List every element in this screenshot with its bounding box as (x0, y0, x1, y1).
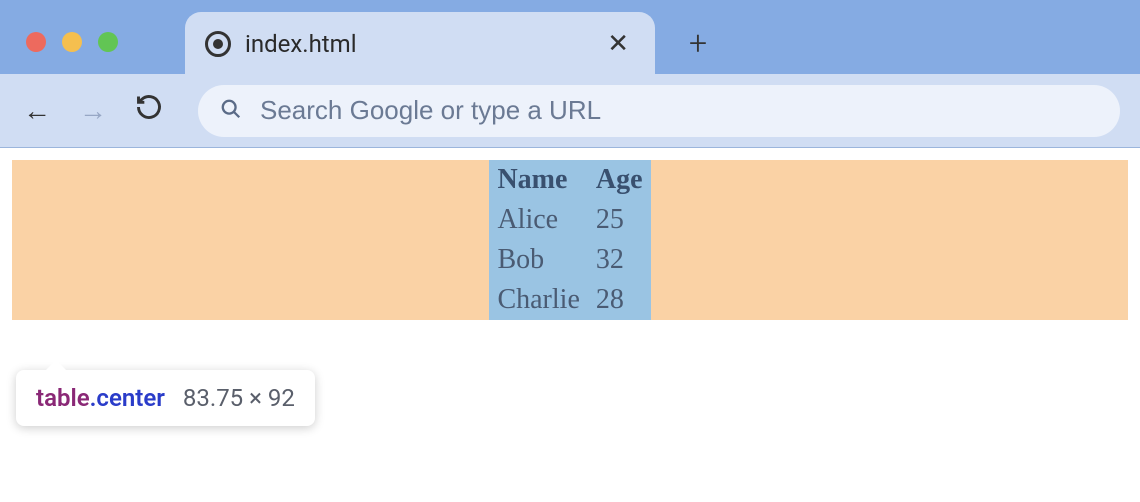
browser-toolbar: ← → (0, 74, 1140, 148)
reload-button[interactable] (132, 93, 166, 128)
table-row: Bob 32 (489, 240, 650, 280)
cell-age: 32 (588, 240, 651, 280)
globe-icon (205, 31, 231, 57)
inspected-container-highlight: Name Age Alice 25 Bob 32 Charlie 28 (12, 160, 1128, 320)
cell-age: 25 (588, 200, 651, 240)
tab-title: index.html (245, 30, 585, 58)
window-maximize-button[interactable] (98, 32, 118, 52)
cell-name: Alice (489, 200, 587, 240)
browser-tab[interactable]: index.html ✕ (185, 12, 655, 76)
page-content: Name Age Alice 25 Bob 32 Charlie 28 (0, 148, 1140, 320)
cell-name: Bob (489, 240, 587, 280)
column-header-age: Age (588, 160, 651, 200)
table-row: Alice 25 (489, 200, 650, 240)
column-header-name: Name (489, 160, 587, 200)
forward-button[interactable]: → (76, 94, 110, 127)
address-bar[interactable] (198, 85, 1120, 137)
cell-age: 28 (588, 280, 651, 320)
cell-name: Charlie (489, 280, 587, 320)
tooltip-tagname: table (36, 384, 90, 412)
window-close-button[interactable] (26, 32, 46, 52)
devtools-element-tooltip: table.center 83.75 × 92 (16, 370, 315, 426)
back-button[interactable]: ← (20, 94, 54, 127)
tooltip-dimensions: 83.75 × 92 (183, 384, 295, 412)
browser-tab-strip: index.html ✕ + (0, 0, 1140, 74)
url-input[interactable] (260, 95, 1098, 126)
tooltip-selector: table.center (36, 384, 165, 412)
window-minimize-button[interactable] (62, 32, 82, 52)
close-icon[interactable]: ✕ (599, 25, 637, 63)
table-header-row: Name Age (489, 160, 650, 200)
window-controls (26, 32, 118, 52)
table-row: Charlie 28 (489, 280, 650, 320)
tooltip-classname: .center (90, 384, 165, 412)
data-table: Name Age Alice 25 Bob 32 Charlie 28 (489, 160, 650, 320)
reload-icon (135, 93, 163, 121)
search-icon (220, 98, 242, 124)
new-tab-button[interactable]: + (675, 10, 721, 76)
